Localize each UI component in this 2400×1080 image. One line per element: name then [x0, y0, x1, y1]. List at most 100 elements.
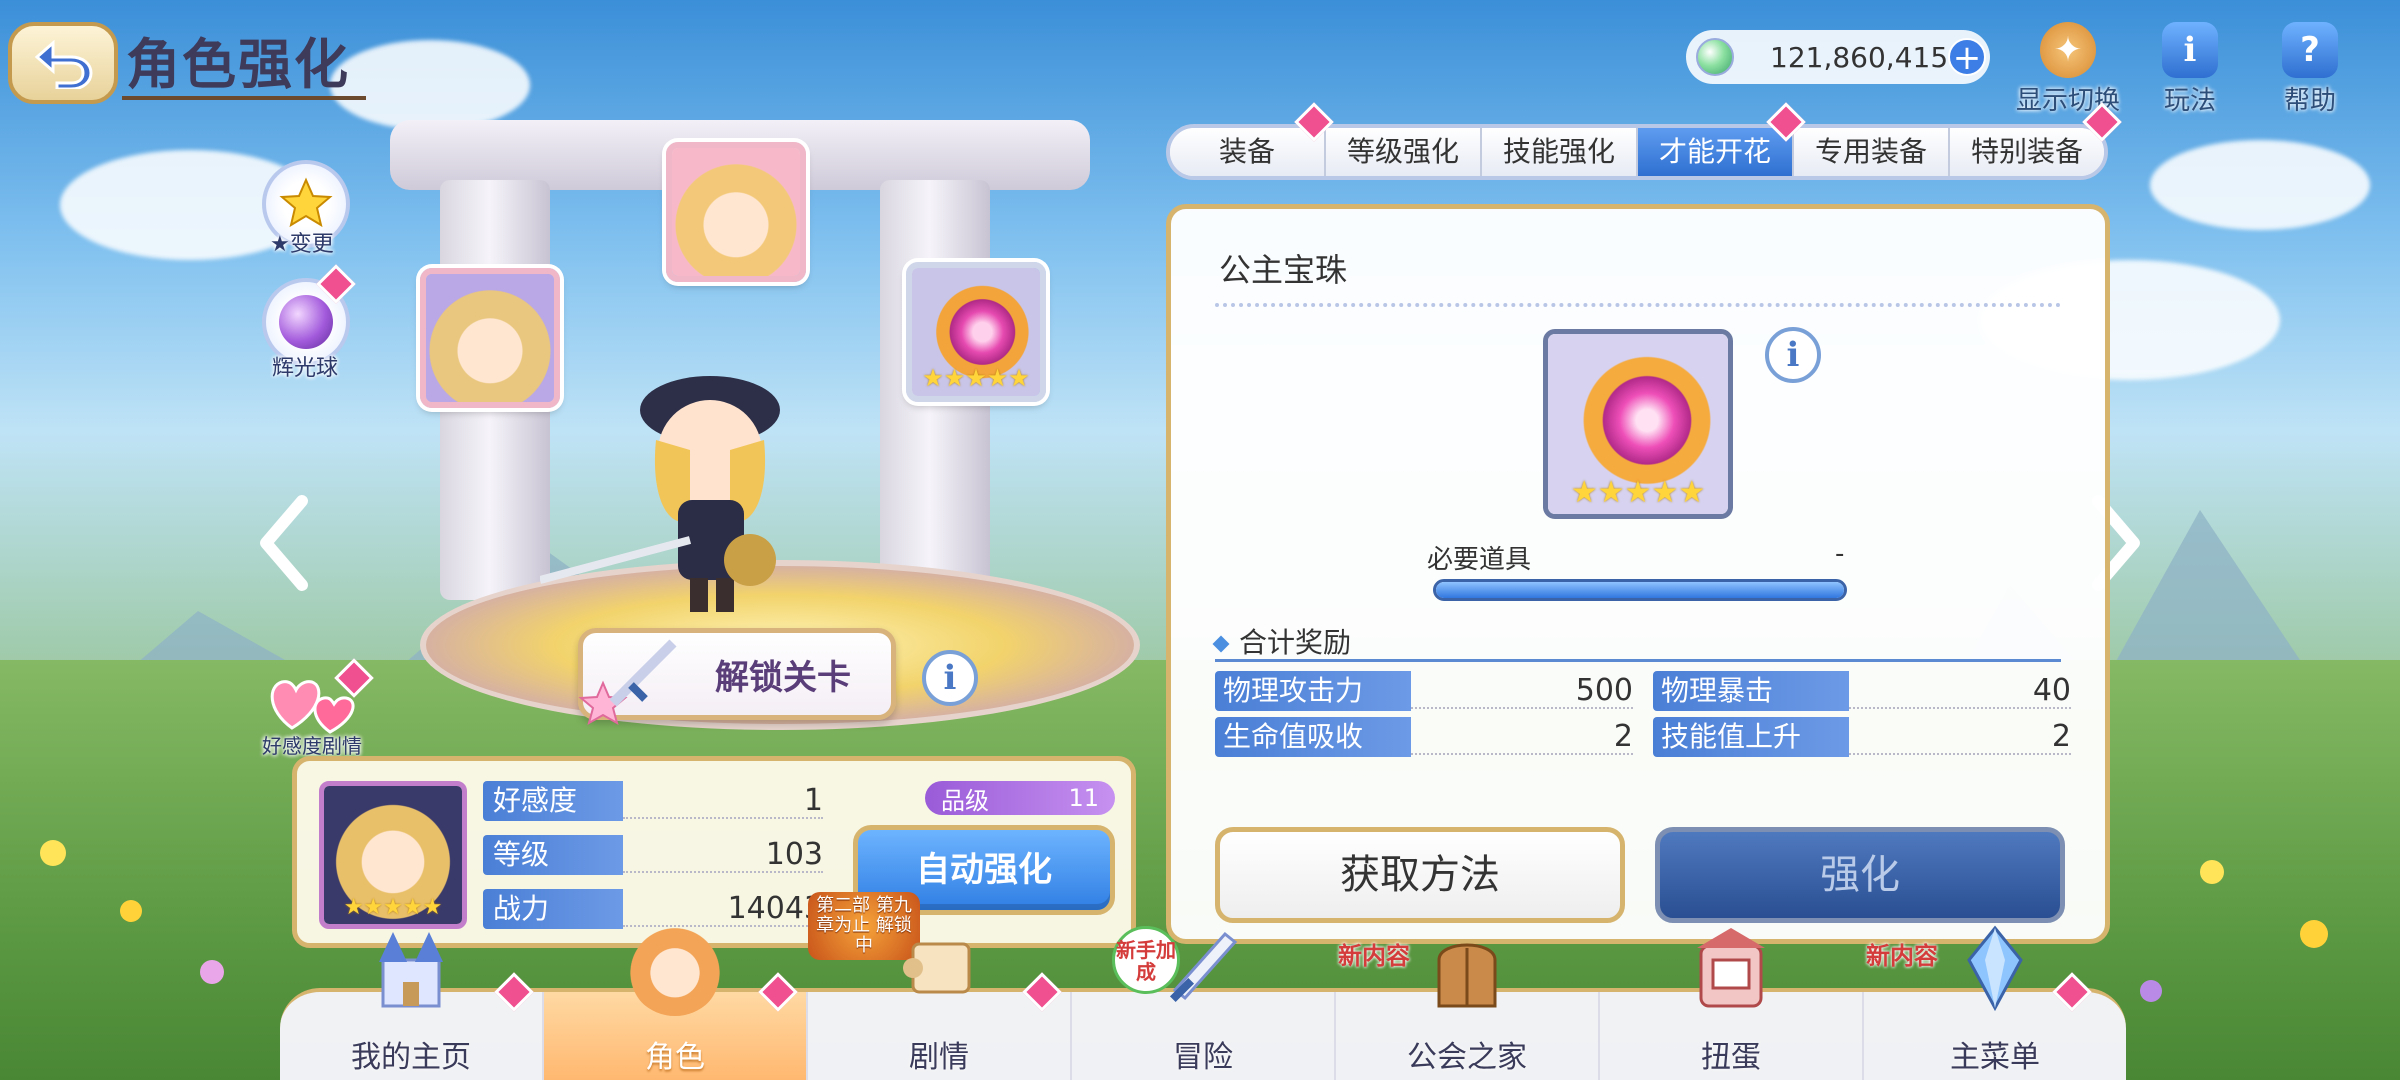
stat-label: 好感度 [483, 781, 623, 821]
gameplay-label: 玩法 [2163, 86, 2216, 116]
scroll-icon [903, 942, 971, 994]
tab-unique-equipment[interactable]: 专用装备 [1794, 128, 1950, 176]
item-stars: ★★★★★ [1570, 475, 1706, 510]
bonus-title: 合计奖励 [1212, 621, 1351, 661]
gem-icon [1696, 38, 1734, 76]
bonus-label: 物理攻击力 [1215, 671, 1411, 711]
new-content-badge: 新内容 [1338, 942, 1410, 970]
back-button[interactable] [8, 22, 118, 104]
bonus-divider [1215, 659, 2061, 662]
bonus-value: 2 [1613, 719, 1633, 754]
character-face-image [426, 274, 554, 402]
character-chibi-icon [627, 920, 723, 1016]
info-icon: i [1786, 335, 1800, 375]
card-stars: ★★★★★ [922, 364, 1030, 392]
castle-icon [379, 932, 443, 1008]
bonus-row: 物理暴击 40 [1653, 671, 2071, 711]
stat-label: 等级 [483, 835, 623, 875]
bonus-value: 500 [1575, 673, 1633, 708]
nav-gacha[interactable]: 扭蛋 [1600, 928, 1864, 1080]
info-icon: i [2162, 22, 2218, 78]
display-toggle-icon: ✦ [2040, 22, 2096, 78]
nav-story[interactable]: 第二部 第九章为止 解锁中 剧情 [808, 892, 1072, 1080]
tab-talent-bloom[interactable]: 才能开花 [1638, 128, 1794, 176]
nav-label: 剧情 [909, 1040, 969, 1075]
tab-equipment[interactable]: 装备 [1170, 128, 1326, 176]
title-underline [122, 96, 366, 100]
star-change-label: ★变更 [270, 232, 334, 257]
rank-value: 11 [1068, 784, 1099, 812]
stat-row-affection: 好感度 1 [483, 781, 823, 821]
character-card-left[interactable] [420, 268, 560, 408]
tab-level-up[interactable]: 等级强化 [1326, 128, 1482, 176]
diamond-bullet-icon [1212, 635, 1230, 653]
help-button[interactable]: ? 帮助 [2282, 22, 2338, 117]
nav-label: 角色 [645, 1040, 705, 1075]
bonus-row: 技能值上升 2 [1653, 717, 2071, 757]
bonus-row: 物理攻击力 500 [1215, 671, 1633, 711]
add-currency-button[interactable]: + [1948, 38, 1986, 76]
sword-icon [1169, 931, 1238, 1003]
character-sprite [538, 340, 850, 620]
stat-row-power: 战力 14043 [483, 889, 823, 929]
stat-value: 1 [803, 783, 823, 818]
obtain-method-button[interactable]: 获取方法 [1215, 827, 1625, 923]
crystal-icon [1967, 925, 2023, 1012]
info-icon: i [943, 658, 957, 698]
bonus-row: 生命值吸收 2 [1215, 717, 1633, 757]
help-label: 帮助 [2283, 86, 2336, 116]
bonus-label: 物理暴击 [1653, 671, 1849, 711]
required-item-value: - [1835, 539, 1845, 569]
nav-character[interactable]: 角色 [544, 920, 808, 1080]
affection-story-label: 好感度剧情 [262, 734, 362, 758]
page-title: 角色强化 [126, 33, 350, 96]
rank-label: 品级 [941, 786, 989, 815]
stat-label: 战力 [483, 889, 623, 929]
character-portrait[interactable]: ★★★★★ [319, 781, 467, 929]
star-change-icon [279, 177, 333, 228]
new-content-badge: 新内容 [1866, 942, 1938, 970]
unlock-stage-label: 解锁关卡 [715, 657, 851, 698]
character-card-top[interactable] [666, 142, 806, 282]
nav-label: 我的主页 [351, 1040, 471, 1075]
nav-label: 公会之家 [1407, 1040, 1527, 1075]
princess-orb-item[interactable]: ★★★★★ [1543, 329, 1733, 519]
unlock-stage-button[interactable]: 解锁关卡 [578, 628, 896, 726]
nav-adventure[interactable]: 新手加成 冒险 [1072, 926, 1336, 1080]
item-name: 公主宝珠 [1219, 251, 1348, 289]
glow-orb-icon [279, 295, 333, 349]
prev-character-button[interactable] [254, 488, 314, 598]
nav-main-menu[interactable]: 新内容 主菜单 [1864, 925, 2126, 1080]
required-item-label: 必要道具 [1427, 545, 1532, 575]
sword-star-icon [578, 639, 677, 726]
plus-icon: + [1952, 38, 1982, 78]
bonus-value: 40 [2032, 673, 2071, 708]
tab-skill-up[interactable]: 技能强化 [1482, 128, 1638, 176]
enhance-button[interactable]: 强化 [1655, 827, 2065, 923]
guild-door-icon [1437, 943, 1497, 1008]
currency-value: 121,860,415 [1770, 40, 1949, 74]
required-item-progress [1433, 579, 1847, 601]
portrait-stars: ★★★★★ [343, 895, 443, 920]
character-face-image [672, 148, 800, 276]
required-item-progress-fill [1436, 582, 1844, 598]
glow-orb-label: 辉光球 [272, 356, 339, 381]
nav-home[interactable]: 我的主页 [280, 932, 544, 1080]
back-arrow-icon [34, 39, 93, 89]
currency-display: 121,860,415 + [1686, 30, 1990, 84]
unlock-stage-info-button[interactable]: i [922, 650, 978, 706]
gameplay-button[interactable]: i 玩法 [2162, 22, 2218, 117]
stat-row-level: 等级 103 [483, 835, 823, 875]
bonus-label: 生命值吸收 [1215, 717, 1411, 757]
nav-guild-house[interactable]: 新内容 公会之家 [1336, 942, 1600, 1080]
tab-special-equipment[interactable]: 特别装备 [1950, 128, 2104, 176]
stat-value: 103 [765, 837, 823, 872]
item-info-button[interactable]: i [1765, 327, 1821, 383]
gacha-machine-icon [1697, 928, 1765, 1008]
divider [1215, 303, 2061, 307]
bottom-navigation: 我的主页 角色 第二部 第九章为止 解锁中 剧情 新手加成 冒险 新内容 公会之… [280, 892, 2126, 1080]
display-toggle-button[interactable]: ✦ 显示切换 [2016, 22, 2120, 117]
bonus-value: 2 [2051, 719, 2071, 754]
princess-orb-card[interactable]: ★★★★★ [906, 262, 1046, 402]
help-icon: ? [2282, 22, 2338, 78]
